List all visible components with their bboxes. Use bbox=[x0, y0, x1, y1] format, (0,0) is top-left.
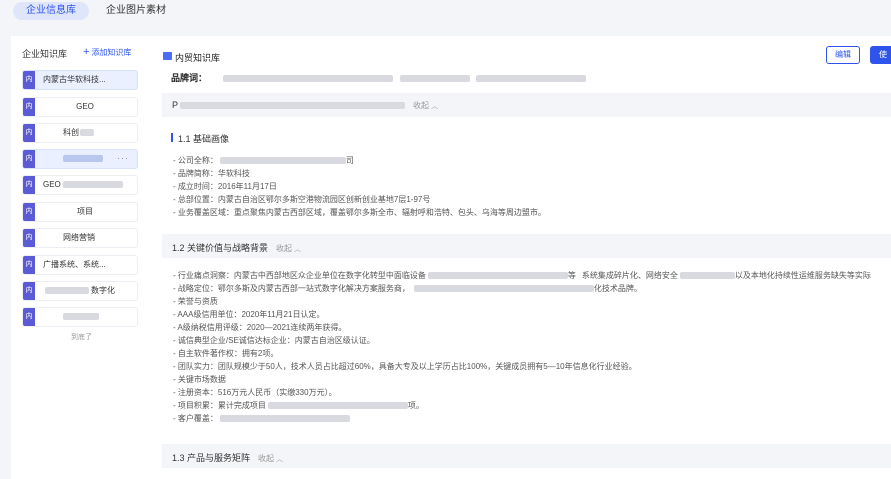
section-title: P 收起 ︿ bbox=[172, 100, 439, 110]
tab-enterprise-info[interactable]: 企业信息库 bbox=[13, 2, 89, 20]
basic-info-line: - 公司全称：司 bbox=[173, 156, 354, 165]
section-header-2: 1.2 关键价值与战略背景 收起 ︿ bbox=[162, 234, 891, 258]
value-line: - 战略定位：鄂尔多斯及内蒙古西部一站式数字化解决方案服务商， 化技术品牌。 bbox=[173, 284, 642, 293]
kb-item-1[interactable]: 内 内蒙古华软科技... bbox=[22, 70, 138, 90]
kb-type-badge: 内 bbox=[23, 203, 35, 221]
kb-item-label: 项目 bbox=[77, 207, 93, 216]
kb-item-4[interactable]: 内 ··· bbox=[22, 149, 138, 169]
database-icon bbox=[163, 52, 172, 60]
top-tab-bar: 企业信息库 企业图片素材 bbox=[0, 0, 891, 32]
kb-item-5[interactable]: 内 GEO bbox=[22, 175, 138, 195]
brand-words-label: 品牌词： bbox=[171, 73, 208, 83]
section-header-1: P 收起 ︿ bbox=[162, 93, 891, 117]
add-knowledge-base-label: 添加知识库 bbox=[91, 48, 132, 57]
kb-item-label: 广播系统、系统... bbox=[43, 260, 106, 269]
kb-item-2[interactable]: 内 GEO bbox=[22, 97, 138, 117]
section-title: 1.2 关键价值与战略背景 收起 ︿ bbox=[172, 243, 302, 253]
chevron-up-icon: ︿ bbox=[294, 246, 302, 253]
sidebar-title: 企业知识库 bbox=[22, 49, 68, 59]
kb-item-label: GEO bbox=[43, 176, 133, 194]
basic-info-line: - 成立时间：2016年11月17日 bbox=[173, 182, 277, 191]
knowledge-base-sidebar: 企业知识库 + 添加知识库 内 内蒙古华软科技... 内 GEO 内 科创 内 ·… bbox=[11, 36, 149, 479]
plus-icon: + bbox=[83, 46, 90, 58]
brand-words-value bbox=[223, 73, 587, 83]
value-line: - AAA级信用单位：2020年11月21日认定。 bbox=[173, 310, 325, 319]
basic-info-line: - 品牌简称：华软科技 bbox=[173, 169, 250, 178]
value-line: - 项目积累：累计完成项目 项。 bbox=[173, 401, 424, 410]
kb-title: 内贸知识库 bbox=[175, 53, 221, 63]
kb-type-badge: 内 bbox=[23, 282, 35, 300]
value-line: - A级纳税信用评级：2020—2021连续两年获得。 bbox=[173, 323, 347, 332]
section-header-3: 1.3 产品与服务矩阵 收起 ︿ bbox=[162, 444, 891, 468]
kb-item-9[interactable]: 内 数字化 bbox=[22, 281, 138, 301]
kb-type-badge: 内 bbox=[23, 256, 35, 274]
section-title: 1.3 产品与服务矩阵 收起 ︿ bbox=[172, 453, 284, 463]
subsection-accent-bar bbox=[171, 133, 173, 142]
collapse-toggle[interactable]: 收起 ︿ bbox=[413, 101, 438, 110]
kb-type-badge: 内 bbox=[23, 124, 35, 142]
value-line: - 关键市场数据 bbox=[173, 375, 226, 384]
value-line: - 注册资本：516万元人民币（实缴330万元）。 bbox=[173, 388, 337, 397]
add-knowledge-base-button[interactable]: + 添加知识库 bbox=[83, 47, 131, 58]
basic-info-line: - 业务覆盖区域：重点聚焦内蒙古西部区域，覆盖鄂尔多斯全市、辐射呼和浩特、包头、… bbox=[173, 208, 546, 217]
basic-info-line: - 总部位置：内蒙古自治区鄂尔多斯空港物流园区创新创业基地7层1-97号 bbox=[173, 195, 431, 204]
chevron-up-icon: ︿ bbox=[431, 103, 439, 110]
knowledge-base-content: 内贸知识库 编辑 使用 品牌词： P 收起 ︿ 1.1 基础画像 - 公司全称：司 … bbox=[148, 36, 891, 479]
kb-type-badge: 内 bbox=[23, 176, 35, 194]
tab-enterprise-images[interactable]: 企业图片素材 bbox=[93, 2, 179, 20]
subsection-title: 1.1 基础画像 bbox=[178, 134, 230, 144]
collapse-toggle[interactable]: 收起 ︿ bbox=[276, 244, 301, 253]
kb-item-label bbox=[63, 308, 133, 326]
edit-button[interactable]: 编辑 bbox=[826, 46, 860, 64]
kb-item-8[interactable]: 内 广播系统、系统... bbox=[22, 255, 138, 275]
value-line: - 荣誉与资质 bbox=[173, 297, 218, 306]
kb-item-6[interactable]: 内 项目 bbox=[22, 202, 138, 222]
value-line: - 客户覆盖： bbox=[173, 413, 350, 424]
value-line: - 团队实力：团队规模少于50人，技术人员占比超过60%，具备大专及以上学历占比… bbox=[173, 362, 637, 371]
more-options-icon[interactable]: ··· bbox=[117, 150, 129, 166]
collapse-toggle[interactable]: 收起 ︿ bbox=[258, 454, 283, 463]
kb-item-10[interactable]: 内 bbox=[22, 307, 138, 327]
kb-item-3[interactable]: 内 科创 bbox=[22, 123, 138, 143]
kb-type-badge: 内 bbox=[23, 229, 35, 247]
kb-type-badge: 内 bbox=[23, 150, 35, 168]
kb-item-label: 科创 bbox=[63, 124, 133, 142]
value-line: - 自主软件著作权：拥有2项。 bbox=[173, 349, 279, 358]
kb-item-label: 网络营销 bbox=[63, 233, 95, 242]
chevron-up-icon: ︿ bbox=[276, 456, 284, 463]
value-line: - 行业痛点洞察：内蒙古中西部地区众企业单位在数字化转型中面临设备等系统集成碎片… bbox=[173, 271, 871, 280]
list-end-text: 到底了 bbox=[71, 334, 92, 341]
kb-item-label: 内蒙古华软科技... bbox=[43, 75, 106, 84]
use-button[interactable]: 使用 bbox=[870, 46, 891, 75]
value-line: - 诚信典型企业/SE诚信达标企业：内蒙古自治区级认证。 bbox=[173, 336, 375, 345]
kb-item-label: GEO bbox=[76, 102, 94, 111]
kb-item-7[interactable]: 内 网络营销 bbox=[22, 228, 138, 248]
kb-item-label: 数字化 bbox=[45, 282, 133, 300]
kb-type-badge: 内 bbox=[23, 308, 35, 326]
kb-type-badge: 内 bbox=[23, 71, 35, 89]
kb-type-badge: 内 bbox=[23, 98, 35, 116]
